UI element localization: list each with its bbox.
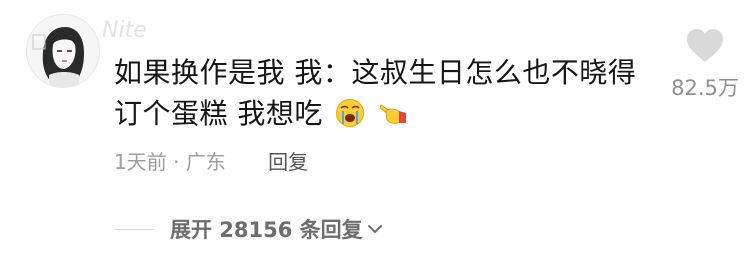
meta-separator: · [173, 150, 180, 174]
username[interactable]: Nite [102, 18, 147, 43]
comment-text-line-1: 如果换作是我 我：这叔生日怎么也不晓得 [114, 56, 637, 89]
comment-time: 1天前 [114, 150, 167, 174]
comment-text: 如果换作是我 我：这叔生日怎么也不晓得 订个蛋糕 我想吃 [114, 52, 654, 134]
divider-line [114, 228, 154, 230]
like-count: 82.5万 [671, 76, 739, 100]
avatar-illustration [27, 15, 99, 87]
reply-button[interactable]: 回复 [268, 146, 308, 175]
expand-replies-button[interactable]: 展开 28156 条回复 [114, 214, 383, 244]
avatar[interactable] [26, 14, 100, 88]
like-widget[interactable]: 82.5万 [660, 28, 750, 102]
chevron-down-icon [367, 225, 382, 233]
heart-icon[interactable] [686, 28, 724, 64]
crying-face-icon [336, 99, 365, 127]
pointing-hand-icon [379, 104, 406, 124]
expand-replies-label: 展开 28156 条回复 [170, 218, 363, 242]
comment-location: 广东 [185, 150, 226, 174]
comment-text-line-2: 订个蛋糕 我想吃 [114, 97, 323, 130]
comment-meta: 1天前 · 广东 回复 [114, 146, 308, 175]
comment-item: Nite 如果换作是我 我：这叔生日怎么也不晓得 订个蛋糕 我想吃 1天前 · … [0, 0, 750, 257]
